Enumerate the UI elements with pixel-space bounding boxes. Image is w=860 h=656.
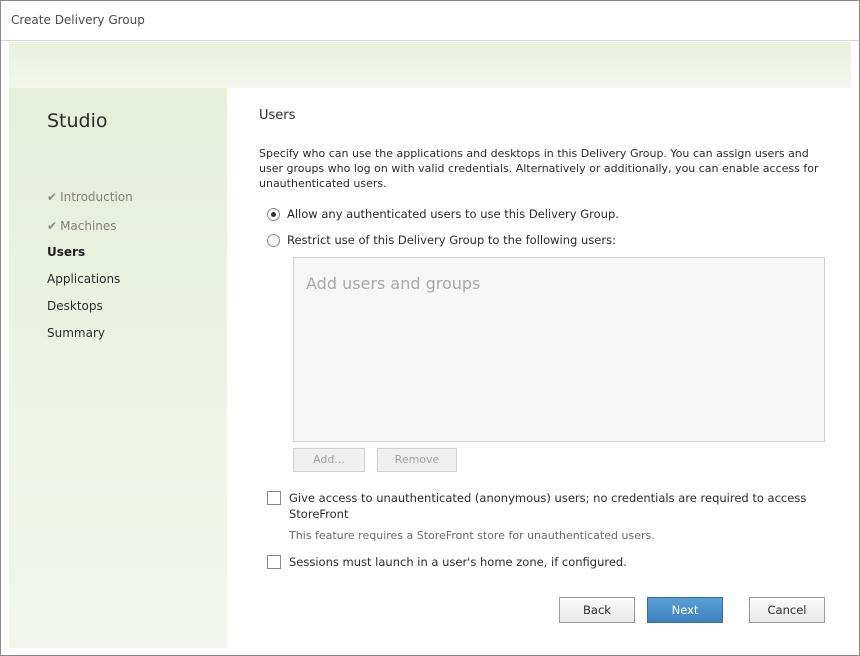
restrict-users-radio-row[interactable]: Restrict use of this Delivery Group to t… bbox=[267, 233, 616, 247]
page-title: Users bbox=[259, 108, 296, 123]
page-description: Specify who can use the applications and… bbox=[259, 147, 819, 190]
radio-label: Allow any authenticated users to use thi… bbox=[287, 207, 619, 221]
wizard-content: Users Specify who can use the applicatio… bbox=[227, 88, 851, 648]
unauthenticated-access-checkbox[interactable] bbox=[267, 491, 281, 505]
unauthenticated-access-row[interactable]: Give access to unauthenticated (anonymou… bbox=[267, 490, 834, 522]
next-button[interactable]: Next bbox=[647, 597, 723, 623]
allow-authenticated-radio[interactable] bbox=[267, 207, 280, 221]
users-list-box[interactable]: Add users and groups bbox=[293, 257, 825, 442]
window-title: Create Delivery Group bbox=[11, 13, 145, 27]
studio-brand: Studio bbox=[47, 110, 108, 132]
sidebar-item-label: Users bbox=[47, 245, 86, 259]
allow-authenticated-radio-row[interactable]: Allow any authenticated users to use thi… bbox=[267, 207, 619, 221]
add-users-button[interactable]: Add... bbox=[293, 448, 365, 472]
home-zone-row[interactable]: Sessions must launch in a user's home zo… bbox=[267, 554, 834, 570]
sidebar-item-label: Summary bbox=[47, 326, 105, 340]
users-list-placeholder: Add users and groups bbox=[306, 274, 481, 293]
sidebar-item-users[interactable]: Users bbox=[47, 245, 85, 259]
checkbox-label: Sessions must launch in a user's home zo… bbox=[289, 555, 627, 569]
sidebar-item-label: Machines bbox=[60, 219, 117, 233]
back-button[interactable]: Back bbox=[559, 597, 635, 623]
sidebar-item-desktops[interactable]: Desktops bbox=[47, 299, 103, 313]
restrict-users-radio[interactable] bbox=[267, 233, 280, 247]
sidebar-item-introduction[interactable]: ✔ Introduction bbox=[47, 190, 133, 204]
checkmark-icon: ✔ bbox=[47, 190, 58, 204]
dialog-window: Create Delivery Group Studio ✔ Introducti… bbox=[0, 0, 860, 656]
sidebar-item-label: Introduction bbox=[60, 190, 133, 204]
wizard-sidebar: Studio ✔ Introduction ✔ Machines Users App… bbox=[9, 88, 237, 648]
sidebar-item-label: Desktops bbox=[47, 299, 103, 313]
title-bar: Create Delivery Group bbox=[1, 1, 859, 41]
remove-users-button[interactable]: Remove bbox=[377, 448, 457, 472]
home-zone-checkbox[interactable] bbox=[267, 555, 281, 569]
header-band bbox=[9, 42, 851, 88]
sidebar-item-machines[interactable]: ✔ Machines bbox=[47, 219, 117, 233]
checkmark-icon: ✔ bbox=[47, 219, 58, 233]
cancel-button[interactable]: Cancel bbox=[749, 597, 825, 623]
sidebar-item-applications[interactable]: Applications bbox=[47, 272, 120, 286]
unauthenticated-note: This feature requires a StoreFront store… bbox=[289, 529, 655, 542]
sidebar-item-label: Applications bbox=[47, 272, 121, 286]
checkbox-label: Give access to unauthenticated (anonymou… bbox=[289, 491, 807, 521]
sidebar-item-summary[interactable]: Summary bbox=[47, 326, 105, 340]
radio-label: Restrict use of this Delivery Group to t… bbox=[287, 233, 616, 247]
